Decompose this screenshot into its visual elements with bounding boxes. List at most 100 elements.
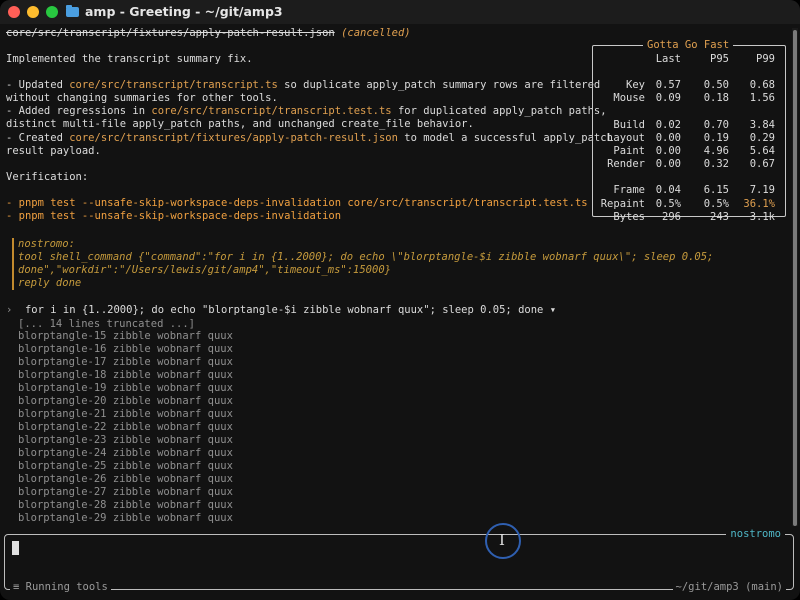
file-status-line: core/src/transcript/fixtures/apply-patch… (6, 27, 411, 40)
shell-output-line: blorptangle-21 zibble wobnarf quux (18, 408, 233, 420)
shell-output-line: blorptangle-18 zibble wobnarf quux (18, 369, 233, 381)
bullet-text: for duplicated apply_patch paths, (391, 105, 607, 117)
perf-value: 0.68 (749, 79, 775, 92)
scrollbar-thumb[interactable] (793, 30, 797, 526)
verification-heading: Verification: (6, 171, 89, 183)
perf-value: 0.32 (703, 158, 729, 171)
shell-output-line: blorptangle-19 zibble wobnarf quux (18, 382, 233, 394)
perf-row: Frame 0.04 6.15 7.19 (593, 184, 783, 197)
perf-value: 5.64 (749, 145, 775, 158)
bullet-dash: - (6, 210, 19, 222)
perf-value: 0.00 (655, 145, 681, 158)
perf-value: 3.84 (749, 118, 775, 131)
perf-value: 0.09 (655, 92, 681, 105)
perf-value: 0.00 (655, 158, 681, 171)
perf-row-label: Bytes (613, 210, 645, 223)
perf-row: Paint 0.00 4.96 5.64 (593, 145, 783, 158)
chevron-down-icon[interactable]: ▾ (550, 304, 556, 316)
shell-output-line: blorptangle-16 zibble wobnarf quux (18, 343, 233, 355)
perf-row: Repaint 0.5% 0.5% 36.1% (593, 198, 783, 211)
perf-value: 0.67 (749, 158, 775, 171)
window-title: amp - Greeting - ~/git/amp3 (66, 4, 283, 19)
perf-row: Mouse 0.09 0.18 1.56 (593, 92, 783, 105)
shell-output-line: blorptangle-15 zibble wobnarf quux (18, 330, 233, 342)
perf-value: 296 (662, 210, 681, 223)
perf-header-row: Last P95 P99 (593, 53, 783, 66)
bullet-text: - Updated (6, 79, 70, 91)
shell-output-line: blorptangle-26 zibble wobnarf quux (18, 473, 233, 485)
perf-value: 4.96 (703, 145, 729, 158)
perf-stats-panel: Gotta Go Fast Last P95 P99 Key 0.57 0.50… (592, 39, 786, 223)
summary-bullet-3: - Created core/src/transcript/fixtures/a… (6, 132, 613, 145)
perf-row: Key 0.57 0.50 0.68 (593, 79, 783, 92)
perf-value: 0.70 (703, 118, 729, 131)
summary-bullet-1: - Updated core/src/transcript/transcript… (6, 79, 600, 92)
perf-value: 3.1k (749, 210, 775, 223)
col-header-p95: P95 (710, 53, 729, 65)
text-cursor (12, 541, 19, 555)
verification-command-2: - pnpm test --unsafe-skip-workspace-deps… (6, 210, 341, 223)
summary-bullet-2: - Added regressions in core/src/transcri… (6, 105, 607, 118)
perf-row-label: Layout (607, 131, 645, 144)
shell-command-text: for i in {1..2000}; do echo "blorptangle… (24, 304, 544, 316)
perf-value: 1.56 (749, 92, 775, 105)
status-running-tools: ≡ Running tools (10, 581, 111, 594)
shell-output-line: blorptangle-22 zibble wobnarf quux (18, 421, 233, 433)
perf-row: Render 0.00 0.32 0.67 (593, 158, 783, 171)
verification-command-text: pnpm test --unsafe-skip-workspace-deps-i… (18, 197, 588, 209)
ibeam-cursor-icon (485, 523, 521, 559)
minimize-window-button[interactable] (27, 6, 39, 18)
perf-value: 6.15 (703, 184, 729, 197)
perf-value: 0.19 (703, 131, 729, 144)
file-link[interactable]: core/src/transcript/transcript.ts (69, 79, 278, 91)
nostromo-reply: reply done (18, 277, 82, 289)
perf-panel-title: Gotta Go Fast (643, 39, 734, 52)
perf-value-warning: 36.1% (743, 197, 775, 210)
perf-value: 0.18 (703, 92, 729, 105)
perf-value: 243 (710, 210, 729, 223)
cancelled-file-path: core/src/transcript/fixtures/apply-patch… (6, 27, 335, 39)
perf-row-label: Build (613, 118, 645, 131)
perf-row-label: Paint (613, 145, 645, 158)
verification-command-text: pnpm test --unsafe-skip-workspace-deps-i… (18, 210, 342, 222)
shell-output-line: blorptangle-17 zibble wobnarf quux (18, 356, 233, 368)
shell-output-line: blorptangle-28 zibble wobnarf quux (18, 499, 233, 511)
bullet-text: - Added regressions in (6, 105, 152, 117)
shell-output-line: blorptangle-29 zibble wobnarf quux (18, 512, 233, 524)
bullet-text: - Created (6, 132, 70, 144)
perf-row-label: Key (626, 79, 645, 92)
status-cwd-branch: ~/git/amp3 (main) (672, 581, 786, 594)
perf-row: Layout 0.00 0.19 0.29 (593, 132, 783, 145)
perf-value: 0.5% (655, 197, 681, 210)
zoom-window-button[interactable] (46, 6, 58, 18)
terminal-window: amp - Greeting - ~/git/amp3 core/src/tra… (0, 0, 800, 600)
perf-row-label: Frame (613, 184, 645, 197)
col-header-p99: P99 (756, 53, 775, 65)
shell-command-header[interactable]: › for i in {1..2000}; do echo "blorptang… (6, 304, 556, 317)
file-link[interactable]: core/src/transcript/fixtures/apply-patch… (69, 132, 398, 144)
summary-bullet-3-cont: result payload. (6, 145, 101, 157)
summary-bullet-1-cont: without changing summaries for other too… (6, 92, 278, 104)
summary-bullet-2-cont: distinct multi-file apply_patch paths, a… (6, 118, 474, 130)
verification-command-1: - pnpm test --unsafe-skip-workspace-deps… (6, 197, 588, 210)
perf-row: Build 0.02 0.70 3.84 (593, 119, 783, 132)
prompt-icon: › (6, 304, 13, 316)
perf-row-label: Render (607, 158, 645, 171)
perf-value: 7.19 (749, 184, 775, 197)
bullet-dash: - (6, 197, 19, 209)
close-window-button[interactable] (8, 6, 20, 18)
shell-output-line: blorptangle-25 zibble wobnarf quux (18, 460, 233, 472)
perf-value: 0.04 (655, 184, 681, 197)
nostromo-tool-call-line-1: tool shell_command {"command":"for i in … (18, 251, 714, 263)
perf-value: 0.50 (703, 79, 729, 92)
file-link[interactable]: core/src/transcript/transcript.test.ts (151, 105, 391, 117)
shell-output-line: blorptangle-24 zibble wobnarf quux (18, 447, 233, 459)
cancelled-status: (cancelled) (341, 27, 411, 39)
perf-row-label: Mouse (613, 92, 645, 105)
nostromo-header: nostromo: (18, 238, 75, 250)
perf-row-label: Repaint (600, 197, 645, 210)
bullet-text: to model a successful apply_patch (397, 132, 613, 144)
shell-output-line: blorptangle-27 zibble wobnarf quux (18, 486, 233, 498)
perf-value: 0.02 (655, 118, 681, 131)
perf-stats-table: Last P95 P99 Key 0.57 0.50 0.68 Mouse 0.… (593, 53, 783, 224)
